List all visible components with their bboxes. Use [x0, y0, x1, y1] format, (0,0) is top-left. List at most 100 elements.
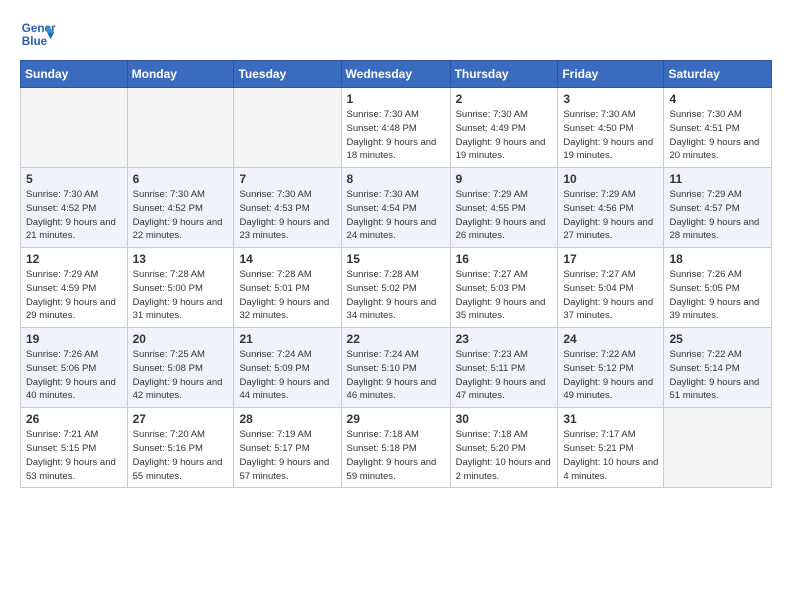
- day-info: Sunrise: 7:24 AMSunset: 5:09 PMDaylight:…: [239, 348, 335, 403]
- day-info: Sunrise: 7:30 AMSunset: 4:51 PMDaylight:…: [669, 108, 766, 163]
- day-number: 5: [26, 172, 122, 186]
- day-number: 1: [347, 92, 445, 106]
- day-cell: 26 Sunrise: 7:21 AMSunset: 5:15 PMDayligh…: [21, 408, 128, 488]
- day-cell: 22 Sunrise: 7:24 AMSunset: 5:10 PMDayligh…: [341, 328, 450, 408]
- day-cell: 9 Sunrise: 7:29 AMSunset: 4:55 PMDaylight…: [450, 168, 558, 248]
- day-number: 19: [26, 332, 122, 346]
- day-info: Sunrise: 7:22 AMSunset: 5:12 PMDaylight:…: [563, 348, 658, 403]
- day-info: Sunrise: 7:28 AMSunset: 5:01 PMDaylight:…: [239, 268, 335, 323]
- day-cell: 6Sunrise: 7:30 AMSunset: 4:52 PMDaylight…: [127, 168, 234, 248]
- day-cell: 25Sunrise: 7:22 AMSunset: 5:14 PMDayligh…: [664, 328, 772, 408]
- day-number: 24: [563, 332, 658, 346]
- day-number: 13: [133, 252, 229, 266]
- day-cell: 5 Sunrise: 7:30 AMSunset: 4:52 PMDaylight…: [21, 168, 128, 248]
- day-cell: 3 Sunrise: 7:30 AMSunset: 4:50 PMDaylight…: [558, 88, 664, 168]
- weekday-header-row: SundayMondayTuesdayWednesdayThursdayFrid…: [21, 61, 772, 88]
- day-number: 27: [133, 412, 229, 426]
- day-info: Sunrise: 7:24 AMSunset: 5:10 PMDaylight:…: [347, 348, 445, 403]
- day-info: Sunrise: 7:30 AMSunset: 4:52 PMDaylight:…: [26, 188, 122, 243]
- day-cell: 17Sunrise: 7:27 AMSunset: 5:04 PMDayligh…: [558, 248, 664, 328]
- week-row-1: 1 Sunrise: 7:30 AMSunset: 4:48 PMDaylight…: [21, 88, 772, 168]
- day-cell: 8Sunrise: 7:30 AMSunset: 4:54 PMDaylight…: [341, 168, 450, 248]
- day-number: 21: [239, 332, 335, 346]
- day-info: Sunrise: 7:30 AMSunset: 4:54 PMDaylight:…: [347, 188, 445, 243]
- weekday-tuesday: Tuesday: [234, 61, 341, 88]
- day-cell: [664, 408, 772, 488]
- day-cell: 7 Sunrise: 7:30 AMSunset: 4:53 PMDaylight…: [234, 168, 341, 248]
- day-info: Sunrise: 7:28 AMSunset: 5:02 PMDaylight:…: [347, 268, 445, 323]
- day-info: Sunrise: 7:29 AMSunset: 4:59 PMDaylight:…: [26, 268, 122, 323]
- day-number: 4: [669, 92, 766, 106]
- day-info: Sunrise: 7:23 AMSunset: 5:11 PMDaylight:…: [456, 348, 553, 403]
- day-number: 10: [563, 172, 658, 186]
- day-info: Sunrise: 7:30 AMSunset: 4:48 PMDaylight:…: [347, 108, 445, 163]
- day-number: 9: [456, 172, 553, 186]
- weekday-thursday: Thursday: [450, 61, 558, 88]
- week-row-2: 5 Sunrise: 7:30 AMSunset: 4:52 PMDaylight…: [21, 168, 772, 248]
- day-info: Sunrise: 7:18 AMSunset: 5:18 PMDaylight:…: [347, 428, 445, 483]
- day-number: 11: [669, 172, 766, 186]
- day-cell: 1 Sunrise: 7:30 AMSunset: 4:48 PMDaylight…: [341, 88, 450, 168]
- day-number: 16: [456, 252, 553, 266]
- week-row-5: 26 Sunrise: 7:21 AMSunset: 5:15 PMDayligh…: [21, 408, 772, 488]
- day-info: Sunrise: 7:29 AMSunset: 4:57 PMDaylight:…: [669, 188, 766, 243]
- day-info: Sunrise: 7:29 AMSunset: 4:55 PMDaylight:…: [456, 188, 553, 243]
- day-info: Sunrise: 7:22 AMSunset: 5:14 PMDaylight:…: [669, 348, 766, 403]
- day-number: 2: [456, 92, 553, 106]
- weekday-friday: Friday: [558, 61, 664, 88]
- day-cell: 30 Sunrise: 7:18 AMSunset: 5:20 PMDayligh…: [450, 408, 558, 488]
- day-info: Sunrise: 7:29 AMSunset: 4:56 PMDaylight:…: [563, 188, 658, 243]
- day-cell: 19 Sunrise: 7:26 AMSunset: 5:06 PMDayligh…: [21, 328, 128, 408]
- day-cell: 28 Sunrise: 7:19 AMSunset: 5:17 PMDayligh…: [234, 408, 341, 488]
- day-cell: 13Sunrise: 7:28 AMSunset: 5:00 PMDayligh…: [127, 248, 234, 328]
- day-info: Sunrise: 7:20 AMSunset: 5:16 PMDaylight:…: [133, 428, 229, 483]
- day-cell: 31 Sunrise: 7:17 AMSunset: 5:21 PMDayligh…: [558, 408, 664, 488]
- day-info: Sunrise: 7:25 AMSunset: 5:08 PMDaylight:…: [133, 348, 229, 403]
- day-info: Sunrise: 7:30 AMSunset: 4:53 PMDaylight:…: [239, 188, 335, 243]
- day-cell: 12 Sunrise: 7:29 AMSunset: 4:59 PMDayligh…: [21, 248, 128, 328]
- svg-text:Blue: Blue: [22, 35, 48, 48]
- day-info: Sunrise: 7:19 AMSunset: 5:17 PMDaylight:…: [239, 428, 335, 483]
- day-number: 3: [563, 92, 658, 106]
- day-info: Sunrise: 7:26 AMSunset: 5:06 PMDaylight:…: [26, 348, 122, 403]
- day-number: 23: [456, 332, 553, 346]
- day-number: 26: [26, 412, 122, 426]
- day-number: 7: [239, 172, 335, 186]
- day-info: Sunrise: 7:30 AMSunset: 4:50 PMDaylight:…: [563, 108, 658, 163]
- day-number: 29: [347, 412, 445, 426]
- calendar: SundayMondayTuesdayWednesdayThursdayFrid…: [20, 60, 772, 488]
- header: General Blue: [20, 16, 772, 52]
- day-cell: 21 Sunrise: 7:24 AMSunset: 5:09 PMDayligh…: [234, 328, 341, 408]
- day-info: Sunrise: 7:30 AMSunset: 4:52 PMDaylight:…: [133, 188, 229, 243]
- day-cell: 4 Sunrise: 7:30 AMSunset: 4:51 PMDaylight…: [664, 88, 772, 168]
- day-number: 22: [347, 332, 445, 346]
- day-cell: [21, 88, 128, 168]
- day-cell: 27 Sunrise: 7:20 AMSunset: 5:16 PMDayligh…: [127, 408, 234, 488]
- day-cell: 10 Sunrise: 7:29 AMSunset: 4:56 PMDayligh…: [558, 168, 664, 248]
- day-number: 30: [456, 412, 553, 426]
- day-cell: 23 Sunrise: 7:23 AMSunset: 5:11 PMDayligh…: [450, 328, 558, 408]
- day-number: 14: [239, 252, 335, 266]
- day-cell: 20 Sunrise: 7:25 AMSunset: 5:08 PMDayligh…: [127, 328, 234, 408]
- day-number: 31: [563, 412, 658, 426]
- day-number: 20: [133, 332, 229, 346]
- day-cell: 29 Sunrise: 7:18 AMSunset: 5:18 PMDayligh…: [341, 408, 450, 488]
- day-cell: 24 Sunrise: 7:22 AMSunset: 5:12 PMDayligh…: [558, 328, 664, 408]
- weekday-sunday: Sunday: [21, 61, 128, 88]
- day-info: Sunrise: 7:27 AMSunset: 5:04 PMDaylight:…: [563, 268, 658, 323]
- day-cell: [234, 88, 341, 168]
- day-cell: 16Sunrise: 7:27 AMSunset: 5:03 PMDayligh…: [450, 248, 558, 328]
- week-row-3: 12 Sunrise: 7:29 AMSunset: 4:59 PMDayligh…: [21, 248, 772, 328]
- weekday-saturday: Saturday: [664, 61, 772, 88]
- logo-icon: General Blue: [20, 16, 56, 52]
- day-info: Sunrise: 7:18 AMSunset: 5:20 PMDaylight:…: [456, 428, 553, 483]
- day-number: 18: [669, 252, 766, 266]
- day-info: Sunrise: 7:17 AMSunset: 5:21 PMDaylight:…: [563, 428, 658, 483]
- day-number: 28: [239, 412, 335, 426]
- day-number: 12: [26, 252, 122, 266]
- weekday-monday: Monday: [127, 61, 234, 88]
- weekday-wednesday: Wednesday: [341, 61, 450, 88]
- day-info: Sunrise: 7:21 AMSunset: 5:15 PMDaylight:…: [26, 428, 122, 483]
- day-info: Sunrise: 7:30 AMSunset: 4:49 PMDaylight:…: [456, 108, 553, 163]
- day-cell: 11 Sunrise: 7:29 AMSunset: 4:57 PMDayligh…: [664, 168, 772, 248]
